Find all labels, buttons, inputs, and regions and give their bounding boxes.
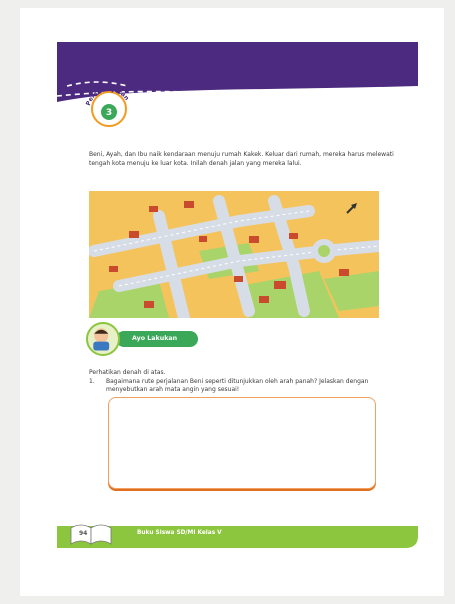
- book-title: Buku Siswa SD/MI Kelas V: [137, 530, 222, 536]
- lesson-badge-graphic: Pembelajaran 3: [85, 86, 130, 127]
- student-avatar-icon: [86, 322, 120, 356]
- page-footer: 94 Buku Siswa SD/MI Kelas V: [57, 524, 418, 548]
- ayo-lakukan-banner: Ayo Lakukan: [86, 322, 206, 356]
- question-number: 1.: [89, 378, 95, 385]
- lesson-badge: Pembelajaran 3: [83, 85, 135, 127]
- footer-bar: [57, 524, 418, 548]
- question-text: Bagaimana rute perjalanan Beni seperti d…: [106, 378, 369, 393]
- page-number: 94: [79, 530, 88, 537]
- intro-paragraph: Beni, Ayah, dan Ibu naik kendaraan menuj…: [89, 151, 394, 167]
- ayo-lakukan-label: Ayo Lakukan: [116, 331, 198, 347]
- city-road-map-illustration: [89, 191, 379, 318]
- answer-box[interactable]: [108, 397, 376, 489]
- questions-intro: Perhatikan denah di atas.: [89, 369, 166, 376]
- lesson-number: 3: [106, 108, 112, 118]
